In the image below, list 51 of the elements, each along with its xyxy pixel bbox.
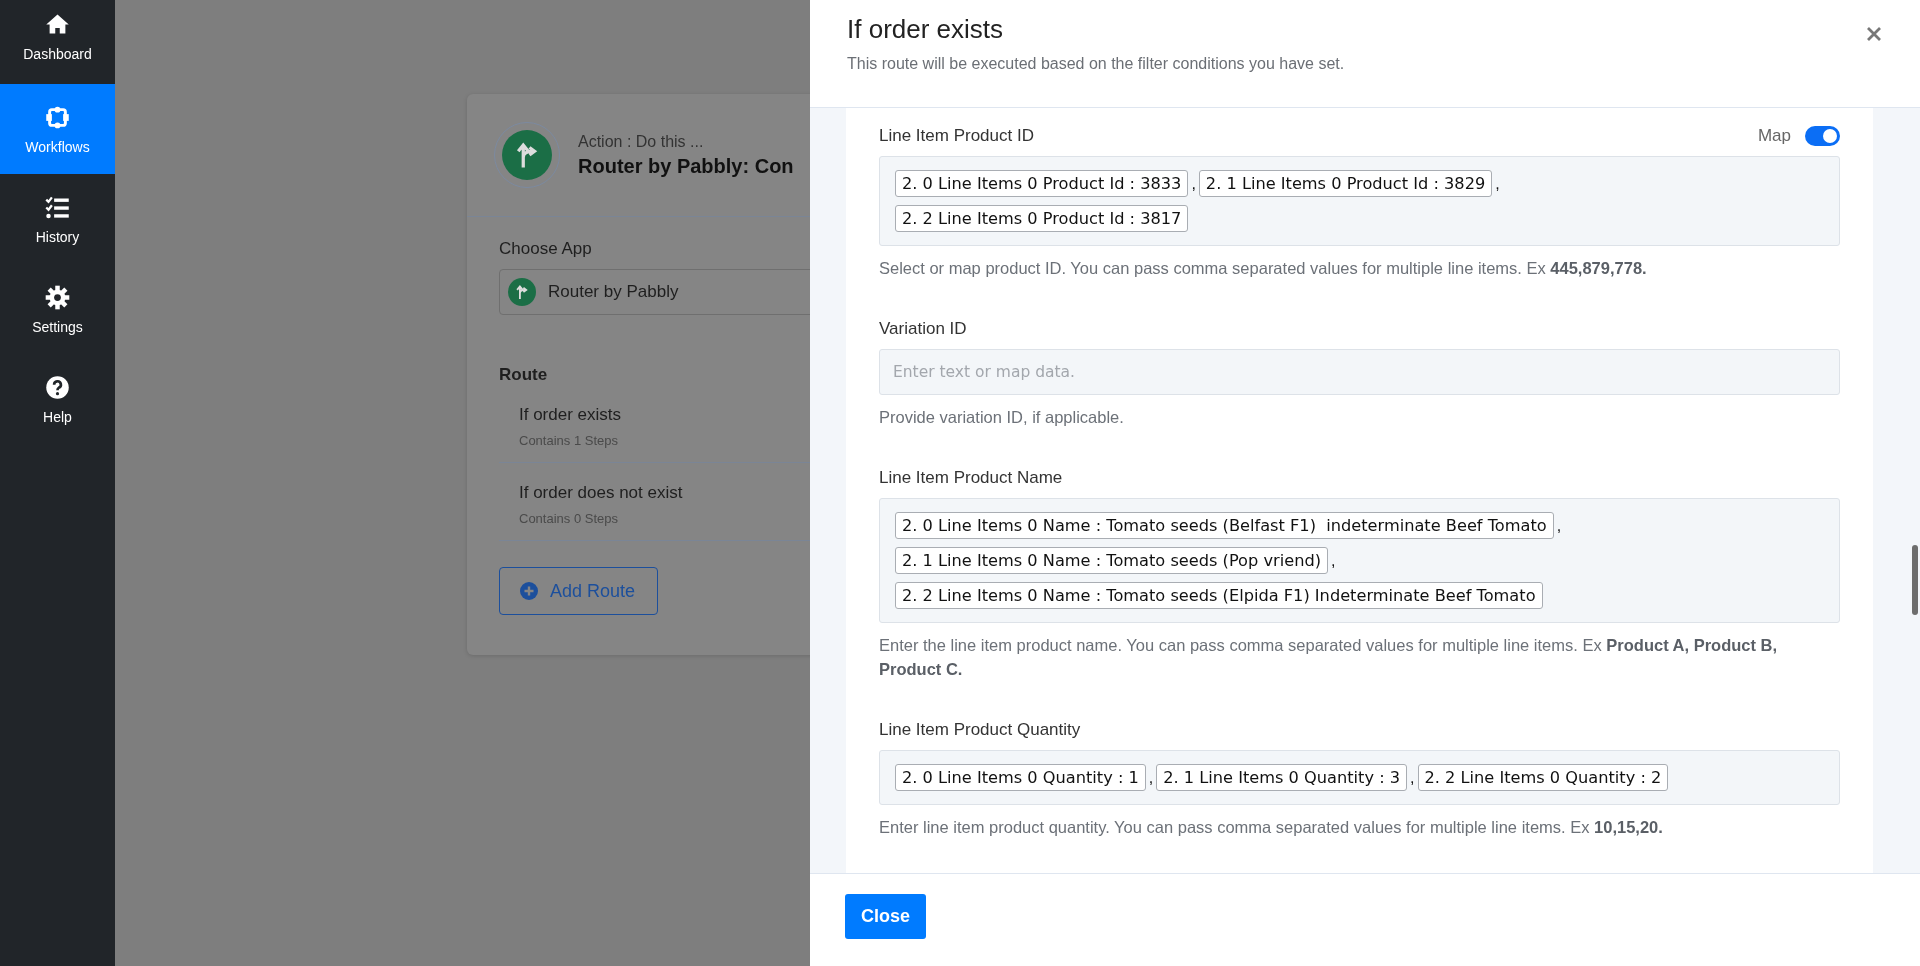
tag-separator: ,: [1495, 175, 1500, 194]
section-heading: Route: [499, 365, 548, 385]
settings-icon: [44, 283, 71, 311]
field-label: Choose App: [499, 239, 592, 259]
dialog-subtitle: This route will be executed based on the filter conditions you have set.: [847, 55, 1345, 73]
mapped-tag[interactable]: 2. 0 Line Items 0 Product Id : 3833: [895, 170, 1189, 197]
route-steps: Contains 0 Steps: [519, 511, 618, 526]
map-toggle[interactable]: [1805, 126, 1840, 146]
router-icon: [508, 278, 536, 306]
action-label: Action : Do this ...: [578, 132, 705, 151]
field-label: Line Item Product Quantity: [879, 720, 1081, 740]
app-name: Router by Pabbly: [548, 282, 679, 302]
field-label: Line Item Product Name: [879, 467, 1063, 488]
toggle-label: Map: [1757, 126, 1791, 146]
input-field[interactable]: Enter text or map data.: [879, 348, 1840, 395]
sidebar-item[interactable]: Settings: [0, 264, 115, 354]
close-button[interactable]: Close: [845, 894, 927, 939]
tag-separator: ,: [1331, 551, 1336, 571]
mapped-tag[interactable]: 2. 1 Line Items 0 Name : Tomato seeds (Pop vriend): [895, 546, 1328, 574]
mapped-tag[interactable]: 2. 1 Line Items 0 Product Id : 3829: [1198, 170, 1493, 197]
close-icon[interactable]: [1866, 26, 1882, 42]
tag-separator: ,: [1148, 769, 1154, 788]
mapped-tag[interactable]: 2. 0 Line Items 0 Name : Tomato seeds (Belfast F1) indeterminate Beef Tomato: [895, 511, 1554, 539]
help-text: Enter the line item product name. You can pass comma separated values for multiple line items. Ex Product A, Product B, Product C.: [879, 634, 1779, 681]
tags-field[interactable]: 2. 0 Line Items 0 Product Id : 3833 , 2. 1 Line Items 0 Product Id : 3829 , 2. 2 Line Items 0 Product Id : 3817: [879, 156, 1840, 246]
help-icon: [44, 373, 71, 401]
scrollbar-thumb[interactable]: [1912, 545, 1918, 615]
route-name[interactable]: If order exists: [519, 405, 622, 425]
tag-separator: ,: [1191, 175, 1196, 194]
field-label: Variation ID: [879, 318, 967, 339]
route-steps: Contains 1 Steps: [519, 433, 618, 448]
tag-separator: ,: [1556, 516, 1562, 536]
mapped-tag[interactable]: 2. 2 Line Items 0 Name : Tomato seeds (Elpida F1) Indeterminate Beef Tomato: [895, 581, 1543, 609]
sidebar-item[interactable]: Dashboard: [0, 0, 115, 84]
tags-field[interactable]: 2. 0 Line Items 0 Quantity : 1 , 2. 1 Line Items 0 Quantity : 3 , 2. 2 Line Items 0 Quantity : 2: [879, 750, 1840, 805]
field-label: Line Item Product ID: [879, 126, 1034, 146]
tags-field[interactable]: [879, 497, 1840, 623]
help-text: Provide variation ID, if applicable.: [879, 406, 1125, 428]
mapped-tag[interactable]: 2. 0 Line Items 0 Quantity : 1: [895, 764, 1146, 791]
mapped-tag[interactable]: 2. 1 Line Items 0 Quantity : 3: [1156, 764, 1408, 791]
sidebar-item[interactable]: History: [0, 174, 115, 264]
action-title: Router by Pabbly: Con: [578, 154, 794, 178]
tag-separator: ,: [1410, 769, 1415, 788]
sidebar-item[interactable]: Help: [0, 354, 115, 444]
sidebar-item[interactable]: Workflows: [0, 84, 115, 174]
mapped-tag[interactable]: 2. 2 Line Items 0 Product Id : 3817: [895, 205, 1189, 232]
route-name[interactable]: If order does not exist: [519, 483, 683, 503]
dialog-title: If order exists: [847, 14, 1005, 45]
plus-icon: [520, 582, 538, 600]
help-text: Enter line item product quantity. You can pass comma separated values for multiple line items. Ex 10,15,20.: [879, 817, 1664, 838]
mapped-tag[interactable]: 2. 2 Line Items 0 Quantity : 2: [1417, 764, 1669, 791]
